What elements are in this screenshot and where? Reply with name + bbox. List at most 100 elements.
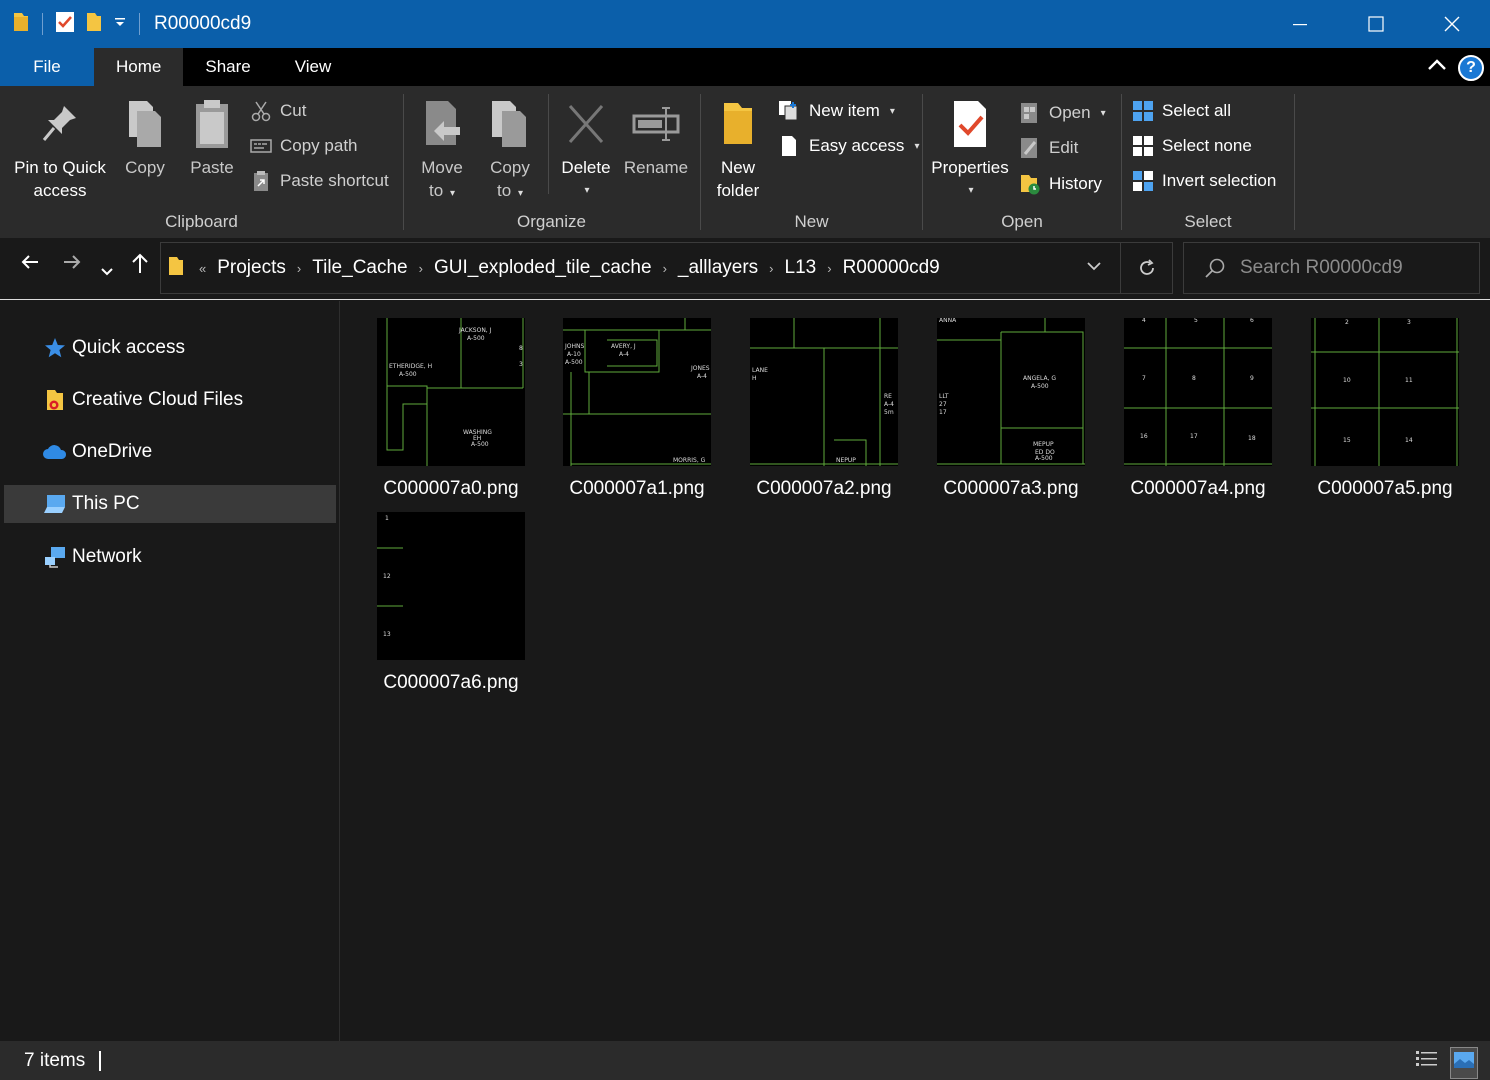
svg-text:15: 15	[1343, 437, 1351, 444]
image-thumbnail: ANNA ANGELA, G A-500 LLT 27 17 MEPUP ED DO A-…	[937, 318, 1085, 466]
new-folder-button[interactable]: New folder	[709, 96, 767, 202]
back-button[interactable]	[20, 252, 40, 278]
tab-home[interactable]: Home	[94, 48, 184, 86]
copy-to-label-line2: to	[497, 181, 512, 200]
breadcrumb-separator-icon[interactable]: ›	[769, 261, 773, 276]
svg-text:13: 13	[383, 631, 391, 638]
large-icons-view-button[interactable]	[1450, 1047, 1478, 1079]
file-item[interactable]: JOHNS A-10 A-500 AVERY, J A-4 JONES A-4 MORR…	[552, 318, 722, 500]
svg-text:4: 4	[1142, 318, 1146, 324]
svg-text:A-500: A-500	[565, 359, 583, 366]
move-label-line1: Move	[421, 158, 463, 177]
folder-icon	[12, 11, 30, 38]
copy-icon	[129, 101, 161, 147]
properties-icon[interactable]	[55, 11, 75, 38]
breadcrumb-gui-exploded-tile-cache[interactable]: GUI_exploded_tile_cache	[434, 257, 652, 279]
network-icon	[42, 545, 68, 569]
cut-button[interactable]: Cut	[250, 96, 306, 126]
svg-text:A-4: A-4	[697, 373, 707, 380]
forward-button[interactable]	[62, 252, 82, 278]
pin-label-line2: access	[33, 181, 87, 200]
paste-button[interactable]: Paste	[184, 96, 240, 179]
paste-shortcut-button[interactable]: Paste shortcut	[250, 166, 389, 196]
file-item[interactable]: JACKSON, J A-500 ETHERIDGE, H A-500 WASHIN…	[366, 318, 536, 500]
details-view-button[interactable]	[1414, 1047, 1440, 1079]
select-all-button[interactable]: Select all	[1132, 96, 1231, 126]
minimize-button[interactable]	[1262, 0, 1338, 48]
chevron-down-icon: ▾	[584, 185, 590, 196]
new-item-button[interactable]: New item ▾	[777, 96, 895, 126]
rename-button[interactable]: Rename	[622, 96, 690, 179]
address-bar[interactable]: « Projects › Tile_Cache › GUI_exploded_t…	[160, 242, 1173, 294]
file-item[interactable]: 4 5 6 7 8 9 16 17 18 C000007a4.png	[1113, 318, 1283, 500]
search-box[interactable]: Search R00000cd9	[1183, 242, 1480, 294]
button-divider	[548, 94, 549, 194]
move-to-button[interactable]: Move to ▾	[414, 96, 470, 205]
svg-text:H: H	[752, 375, 757, 382]
nav-item-quick-access[interactable]: Quick access	[4, 329, 336, 367]
nav-item-this-pc[interactable]: This PC	[4, 485, 336, 523]
invert-selection-button[interactable]: Invert selection	[1132, 166, 1276, 196]
svg-text:RE: RE	[884, 393, 892, 400]
up-button[interactable]	[130, 252, 150, 280]
history-button[interactable]: History	[1019, 169, 1102, 199]
breadcrumb-separator-icon[interactable]: ›	[419, 261, 423, 276]
image-thumbnail: 1 12 13	[377, 512, 525, 660]
breadcrumb-projects[interactable]: Projects	[217, 257, 286, 279]
new-folder-label-line2: folder	[716, 181, 760, 200]
open-label: Open	[1049, 103, 1091, 122]
file-item[interactable]: LANE H RE A-4 5m NEPUP C000007a2.png	[739, 318, 909, 500]
breadcrumb-separator-icon[interactable]: ›	[297, 261, 301, 276]
forward-arrow-icon	[64, 255, 81, 269]
breadcrumb-current-folder[interactable]: R00000cd9	[843, 257, 940, 279]
group-divider	[1294, 94, 1295, 230]
recent-locations-button[interactable]	[100, 258, 114, 284]
copy-button[interactable]: Copy	[118, 96, 172, 179]
breadcrumb-tile-cache[interactable]: Tile_Cache	[312, 257, 407, 279]
file-item[interactable]: ANNA ANGELA, G A-500 LLT 27 17 MEPUP ED DO A-…	[926, 318, 1096, 500]
cut-label: Cut	[280, 101, 307, 120]
customize-toolbar-icon[interactable]	[113, 15, 127, 34]
tab-share[interactable]: Share	[183, 48, 272, 86]
breadcrumb-alllayers[interactable]: _alllayers	[678, 257, 758, 279]
copy-path-button[interactable]: Copy path	[250, 131, 358, 161]
nav-item-onedrive[interactable]: OneDrive	[4, 433, 336, 471]
paste-icon	[196, 100, 228, 148]
chevron-down-icon: ▾	[1100, 107, 1106, 119]
overflow-chevron-icon[interactable]: «	[199, 261, 206, 276]
nav-item-label: Quick access	[72, 337, 185, 358]
details-view-icon	[1416, 1051, 1437, 1066]
nav-item-network[interactable]: Network	[4, 538, 336, 576]
svg-text:NEPUP: NEPUP	[836, 457, 856, 464]
breadcrumb-separator-icon[interactable]: ›	[827, 261, 831, 276]
collapse-ribbon-icon[interactable]	[1426, 54, 1448, 81]
help-button[interactable]: ?	[1458, 54, 1484, 81]
new-folder-icon	[724, 103, 752, 144]
edit-button[interactable]: Edit	[1019, 133, 1078, 163]
image-thumbnail: 2 3 10 11 15 14	[1311, 318, 1459, 466]
select-none-button[interactable]: Select none	[1132, 131, 1252, 161]
refresh-button[interactable]	[1120, 243, 1172, 293]
file-item[interactable]: 2 3 10 11 15 14 C000007a5.png	[1300, 318, 1470, 500]
easy-access-button[interactable]: Easy access ▾	[777, 131, 919, 161]
tab-file[interactable]: File	[0, 48, 94, 86]
pin-to-quick-access-button[interactable]: Pin to Quick access	[10, 96, 110, 202]
new-folder-icon[interactable]	[85, 11, 103, 38]
image-thumbnail: LANE H RE A-4 5m NEPUP	[750, 318, 898, 466]
pin-icon	[42, 106, 76, 141]
maximize-button[interactable]	[1338, 0, 1414, 48]
tab-view[interactable]: View	[273, 48, 354, 86]
file-item[interactable]: 1 12 13 C000007a6.png	[366, 512, 536, 694]
close-button[interactable]	[1414, 0, 1490, 48]
svg-text:12: 12	[383, 573, 391, 580]
breadcrumb-l13[interactable]: L13	[785, 257, 817, 279]
breadcrumb-separator-icon[interactable]: ›	[663, 261, 667, 276]
copy-to-button[interactable]: Copy to ▾	[482, 96, 538, 205]
nav-item-creative-cloud-files[interactable]: Creative Cloud Files	[4, 381, 336, 419]
address-history-dropdown[interactable]	[1086, 259, 1102, 277]
properties-button[interactable]: Properties ▾	[929, 96, 1011, 202]
large-icons-view-icon	[1454, 1052, 1474, 1068]
open-button[interactable]: Open ▾	[1019, 98, 1106, 128]
file-name: C000007a3.png	[943, 478, 1079, 499]
delete-button[interactable]: Delete ▾	[558, 96, 614, 202]
